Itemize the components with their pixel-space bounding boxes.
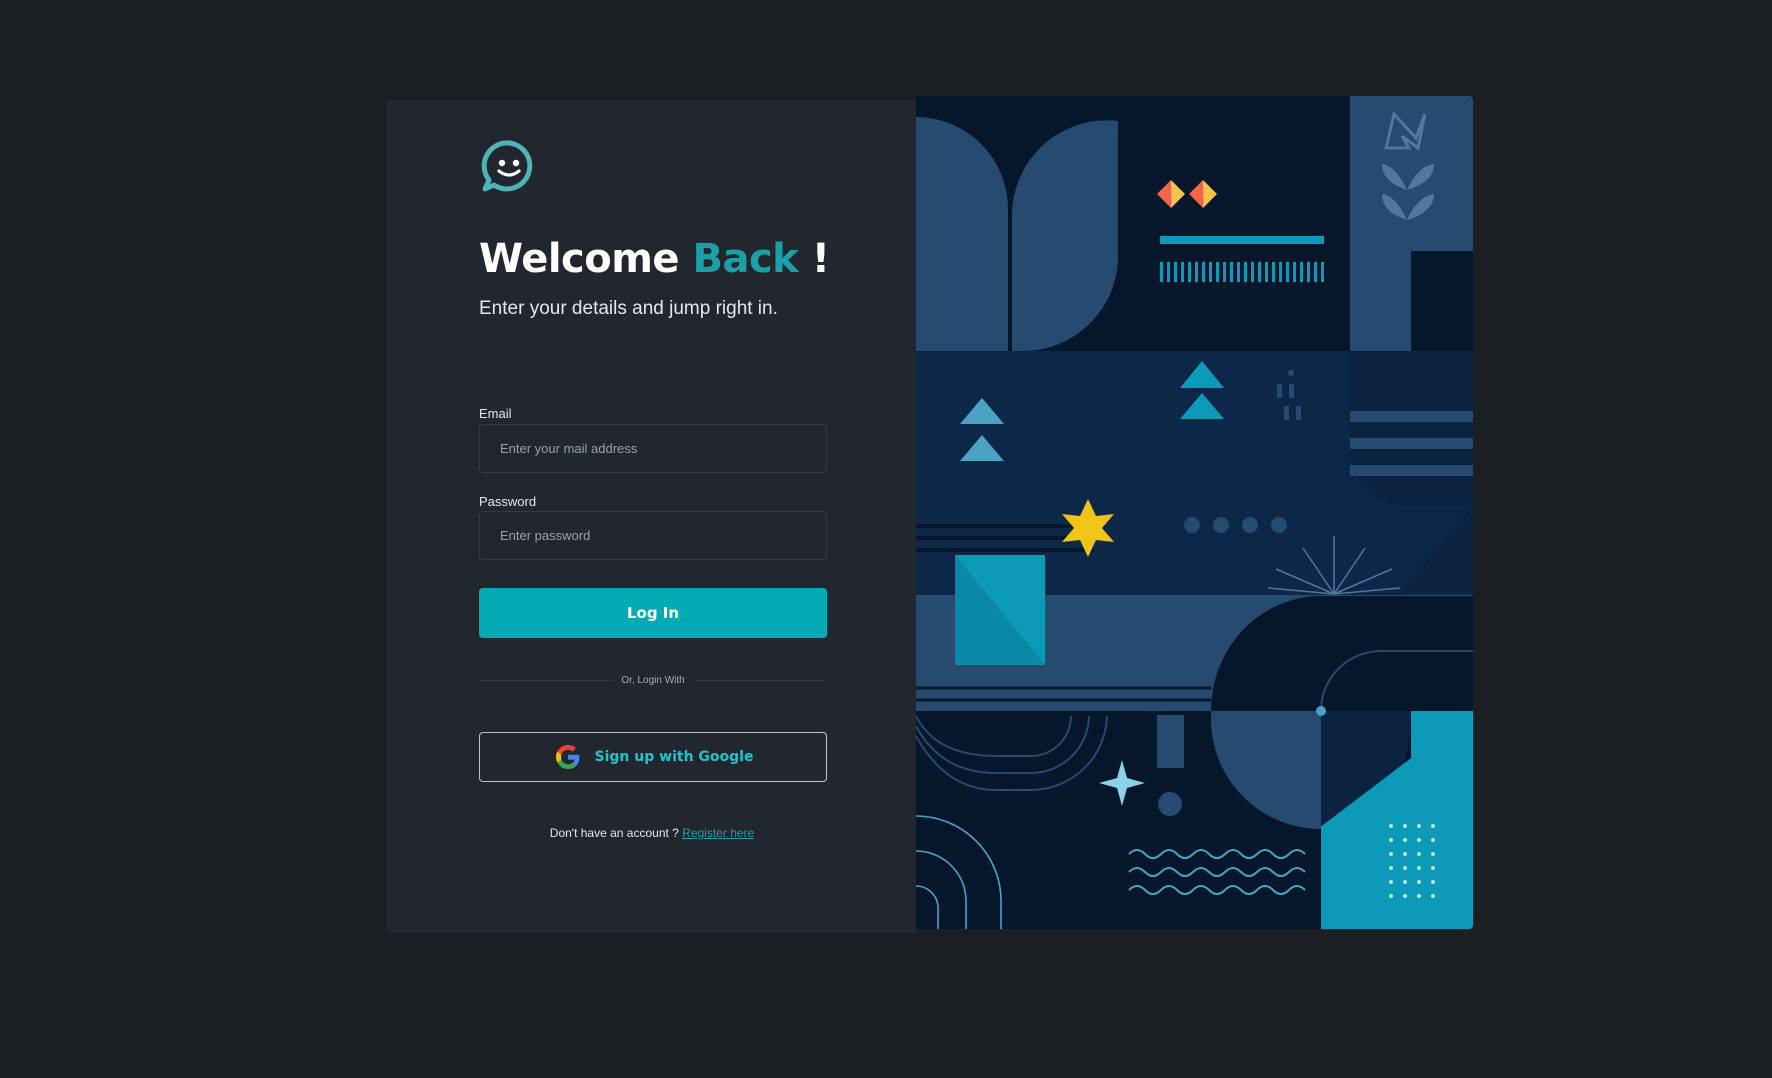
google-g-icon	[555, 745, 579, 769]
teal-bar	[1160, 236, 1324, 244]
register-prompt: Don't have an account ? Register here	[386, 826, 918, 840]
divider-line-right	[692, 679, 828, 681]
divider-text: Or, Login With	[621, 674, 685, 686]
login-button[interactable]: Log In	[479, 588, 827, 638]
register-link[interactable]: Register here	[682, 826, 754, 840]
google-button-label: Sign up with Google	[594, 749, 754, 765]
smiley-chat-bubble-icon	[481, 140, 533, 192]
decorative-illustration	[916, 96, 1473, 929]
email-label: Email	[479, 406, 512, 421]
page-title: Welcome Back !	[479, 236, 830, 282]
title-welcome: Welcome	[479, 236, 680, 282]
register-prompt-text: Don't have an account ?	[549, 826, 679, 840]
divider: Or, Login With	[479, 674, 828, 686]
divider-line-left	[479, 679, 614, 681]
geometric-illustration	[916, 96, 1473, 929]
title-accent: Back	[692, 236, 799, 282]
password-field[interactable]	[479, 511, 827, 560]
email-field[interactable]	[479, 424, 827, 473]
login-panel: Welcome Back ! Enter your details and ju…	[386, 100, 918, 933]
password-label: Password	[479, 494, 537, 509]
login-card: Welcome Back ! Enter your details and ju…	[386, 96, 1473, 933]
page-subtitle: Enter your details and jump right in.	[479, 298, 778, 319]
google-signup-button[interactable]: Sign up with Google	[479, 732, 827, 782]
title-suffix: !	[811, 236, 830, 282]
